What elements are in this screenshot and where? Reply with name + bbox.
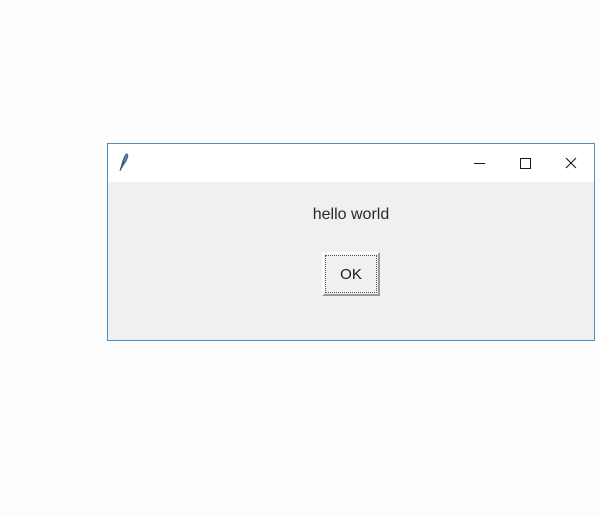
dialog-window: hello world OK — [107, 143, 595, 341]
ok-button[interactable]: OK — [322, 252, 380, 296]
titlebar-left — [115, 152, 133, 174]
client-area: hello world OK — [108, 182, 594, 340]
ok-button-label: OK — [340, 266, 362, 283]
maximize-button[interactable] — [502, 144, 548, 182]
window-controls — [456, 144, 594, 182]
feather-icon — [115, 152, 133, 174]
minimize-button[interactable] — [456, 144, 502, 182]
titlebar — [108, 144, 594, 182]
message-label: hello world — [313, 206, 389, 224]
ok-button-focus-ring: OK — [325, 255, 377, 293]
close-button[interactable] — [548, 144, 594, 182]
